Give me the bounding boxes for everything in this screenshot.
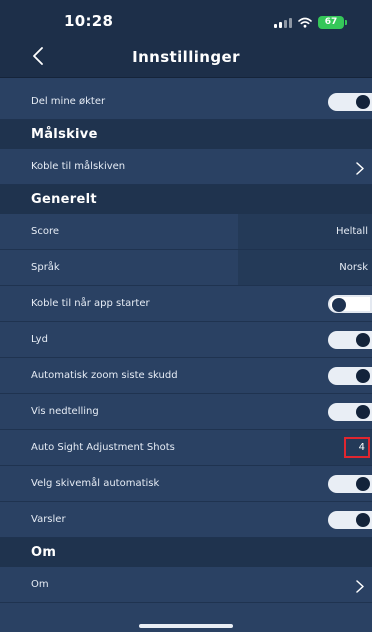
auto-sight-input[interactable]: 4 [344, 437, 370, 458]
toggle-knob [356, 95, 370, 109]
connect-target-label: Koble til målskiven [31, 161, 126, 172]
score-row: Score Heltall [0, 214, 372, 250]
share-sessions-toggle[interactable] [328, 93, 372, 111]
general-section-header: Generelt [0, 185, 372, 214]
home-indicator [139, 624, 233, 628]
countdown-toggle[interactable] [328, 403, 372, 421]
target-section-header: Målskive [0, 120, 372, 149]
toggle-knob [332, 298, 346, 312]
connect-on-start-row: Koble til når app starter [0, 286, 372, 322]
toggle-knob [356, 477, 370, 491]
about-row[interactable]: Om [0, 567, 372, 603]
connect-target-row[interactable]: Koble til målskiven [0, 149, 372, 185]
section-title: Målskive [31, 127, 98, 142]
sound-row: Lyd [0, 322, 372, 358]
language-row: Språk Norsk [0, 250, 372, 286]
notifications-label: Varsler [31, 514, 66, 525]
score-select[interactable]: Heltall [238, 214, 372, 249]
status-icons: 67 [274, 13, 347, 32]
toggle-knob [356, 369, 370, 383]
section-title: Om [31, 545, 57, 560]
connect-on-start-toggle[interactable] [328, 295, 372, 313]
chevron-right-icon [356, 578, 364, 597]
countdown-row: Vis nedtelling [0, 394, 372, 430]
settings-list: Del mine økter Målskive Koble til målski… [0, 78, 372, 603]
toggle-knob [356, 513, 370, 527]
navigation-bar: Innstillinger [0, 38, 372, 78]
language-label: Språk [31, 262, 60, 273]
page-title: Innstillinger [132, 48, 240, 66]
auto-target-toggle[interactable] [328, 475, 372, 493]
share-sessions-label: Del mine økter [31, 96, 106, 107]
share-sessions-row: Del mine økter [0, 84, 372, 120]
sound-toggle[interactable] [328, 331, 372, 349]
about-label: Om [31, 579, 49, 590]
score-label: Score [31, 226, 60, 237]
toggle-knob [356, 333, 370, 347]
auto-sight-row: Auto Sight Adjustment Shots 4 [0, 430, 372, 466]
about-section-header: Om [0, 538, 372, 567]
auto-zoom-row: Automatisk zoom siste skudd [0, 358, 372, 394]
connect-on-start-label: Koble til når app starter [31, 298, 150, 309]
auto-sight-field-container: 4 [290, 430, 372, 465]
status-time: 10:28 [64, 12, 114, 30]
wifi-icon [298, 13, 312, 32]
language-select[interactable]: Norsk [238, 250, 372, 285]
auto-target-label: Velg skivemål automatisk [31, 478, 160, 489]
auto-zoom-toggle[interactable] [328, 367, 372, 385]
toggle-knob [356, 405, 370, 419]
auto-sight-label: Auto Sight Adjustment Shots [31, 442, 175, 453]
status-bar: 10:28 67 [0, 0, 372, 38]
auto-target-row: Velg skivemål automatisk [0, 466, 372, 502]
signal-icon [274, 17, 292, 28]
countdown-label: Vis nedtelling [31, 406, 99, 417]
settings-screen: 10:28 67 Innstillinger Del mine økter Må… [0, 0, 372, 632]
battery-icon: 67 [318, 16, 347, 29]
notifications-row: Varsler [0, 502, 372, 538]
chevron-right-icon [356, 160, 364, 179]
notifications-toggle[interactable] [328, 511, 372, 529]
sound-label: Lyd [31, 334, 48, 345]
auto-zoom-label: Automatisk zoom siste skudd [31, 370, 178, 381]
section-title: Generelt [31, 192, 97, 207]
